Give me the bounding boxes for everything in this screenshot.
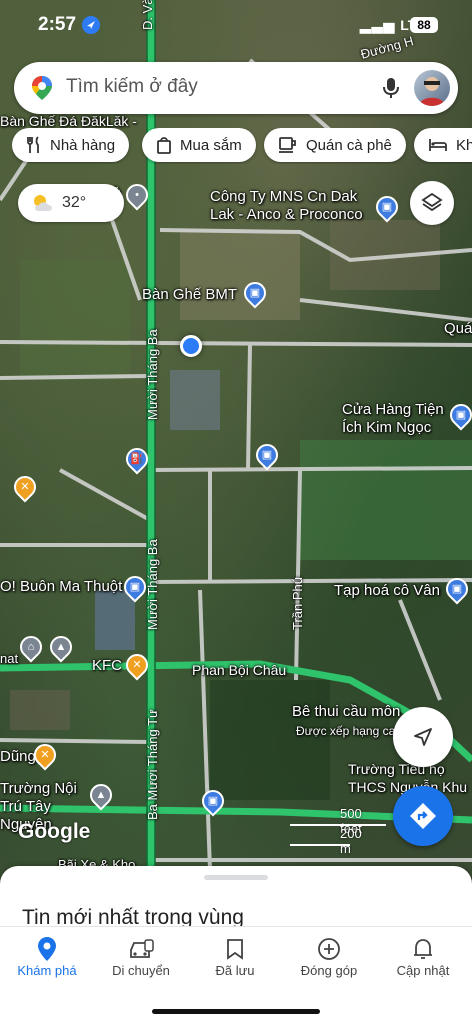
layers-button[interactable]	[410, 181, 454, 225]
road-label: Mười Tháng Ba	[145, 539, 160, 630]
nav-label: Di chuyển	[112, 963, 170, 978]
bookmark-icon	[188, 935, 282, 963]
layers-icon	[421, 192, 443, 212]
fork-knife-icon	[27, 136, 39, 153]
road-label: Mười Tháng Ba	[145, 329, 160, 420]
maps-pin-logo-icon	[30, 75, 54, 106]
partly-cloudy-icon	[34, 195, 52, 211]
nav-saved[interactable]: Đã lưu	[188, 935, 282, 978]
location-arrow-icon	[82, 16, 100, 34]
directions-icon	[410, 803, 436, 829]
bell-icon	[376, 935, 470, 963]
sheet-handle[interactable]	[204, 875, 268, 880]
map-label[interactable]: Dũng	[0, 748, 36, 766]
temperature: 32°	[62, 194, 87, 211]
location-pin-icon	[0, 935, 94, 963]
road-label: Ba Mươi Tháng Tư	[145, 709, 160, 820]
chip-label: Nhà hàng	[50, 136, 116, 154]
road-label: Phan Bội Châu	[192, 662, 287, 678]
nav-commute[interactable]: Di chuyển	[94, 935, 188, 978]
battery-icon: 88	[410, 17, 438, 33]
car-icon	[94, 935, 188, 963]
map-label[interactable]: Công Ty MNS Cn Dak Lak - Anco & Proconco	[210, 188, 380, 224]
nav-explore[interactable]: Khám phá	[0, 935, 94, 978]
nav-label: Cập nhật	[396, 963, 450, 978]
current-location-dot	[180, 335, 202, 357]
map-label[interactable]: Bê thui cầu môn	[292, 703, 400, 721]
chip-label: Quán cà phê	[306, 136, 392, 154]
chip-label: Mua sắm	[180, 136, 242, 154]
search-input[interactable]: Tìm kiếm ở đây	[66, 76, 198, 98]
weather-badge[interactable]: 32°	[18, 184, 124, 222]
scale-meters: 200 m	[340, 826, 362, 856]
chip-label: Khá	[456, 136, 472, 154]
nav-label: Đã lưu	[215, 963, 255, 978]
chip-restaurants[interactable]: Nhà hàng	[12, 128, 130, 162]
chip-shopping[interactable]: Mua sắm	[142, 128, 256, 162]
map-label: Được xếp hạng ca	[296, 724, 396, 738]
nav-label: Đóng góp	[300, 963, 358, 978]
bed-icon	[429, 139, 447, 151]
home-indicator	[152, 1009, 320, 1014]
nav-updates[interactable]: Cập nhật	[376, 935, 470, 978]
profile-avatar[interactable]	[414, 70, 450, 106]
map-label[interactable]: Cửa Hàng Tiện Ích Kim Ngọc	[342, 401, 462, 437]
microphone-icon[interactable]	[380, 76, 402, 105]
map-label[interactable]: O! Buôn Ma Thuột	[0, 578, 122, 596]
directions-button[interactable]	[393, 786, 453, 846]
status-bar: 2:57 ▂▃▅ LTE 88	[0, 0, 472, 54]
map-label[interactable]: KFC	[92, 657, 122, 675]
map-label[interactable]: nat	[0, 650, 18, 668]
road-label: Trần Phú	[290, 577, 305, 630]
shopping-bag-icon	[157, 137, 171, 154]
category-chips: Nhà hàng Mua sắm Quán cà phê Khá	[12, 128, 472, 164]
map-label[interactable]: Quá	[444, 320, 472, 338]
map-label[interactable]: Tạp hoá cô Vân	[334, 582, 440, 600]
nav-label: Khám phá	[17, 963, 77, 978]
chip-coffee[interactable]: Quán cà phê	[264, 128, 406, 162]
google-logo: Google	[18, 820, 91, 843]
map-label[interactable]: Bàn Ghế BMT	[142, 286, 237, 304]
search-bar[interactable]: Tìm kiếm ở đây	[14, 62, 458, 114]
clock: 2:57	[38, 14, 77, 35]
add-circle-icon	[282, 935, 376, 963]
my-location-button[interactable]	[393, 707, 453, 767]
bottom-navigation: Khám phá Di chuyển Đã lưu Đóng góp Cập n…	[0, 926, 472, 1025]
coffee-cup-icon	[279, 137, 296, 153]
chip-hotels[interactable]: Khá	[414, 128, 472, 162]
navigation-arrow-icon	[414, 728, 432, 746]
nav-contribute[interactable]: Đóng góp	[282, 935, 376, 978]
